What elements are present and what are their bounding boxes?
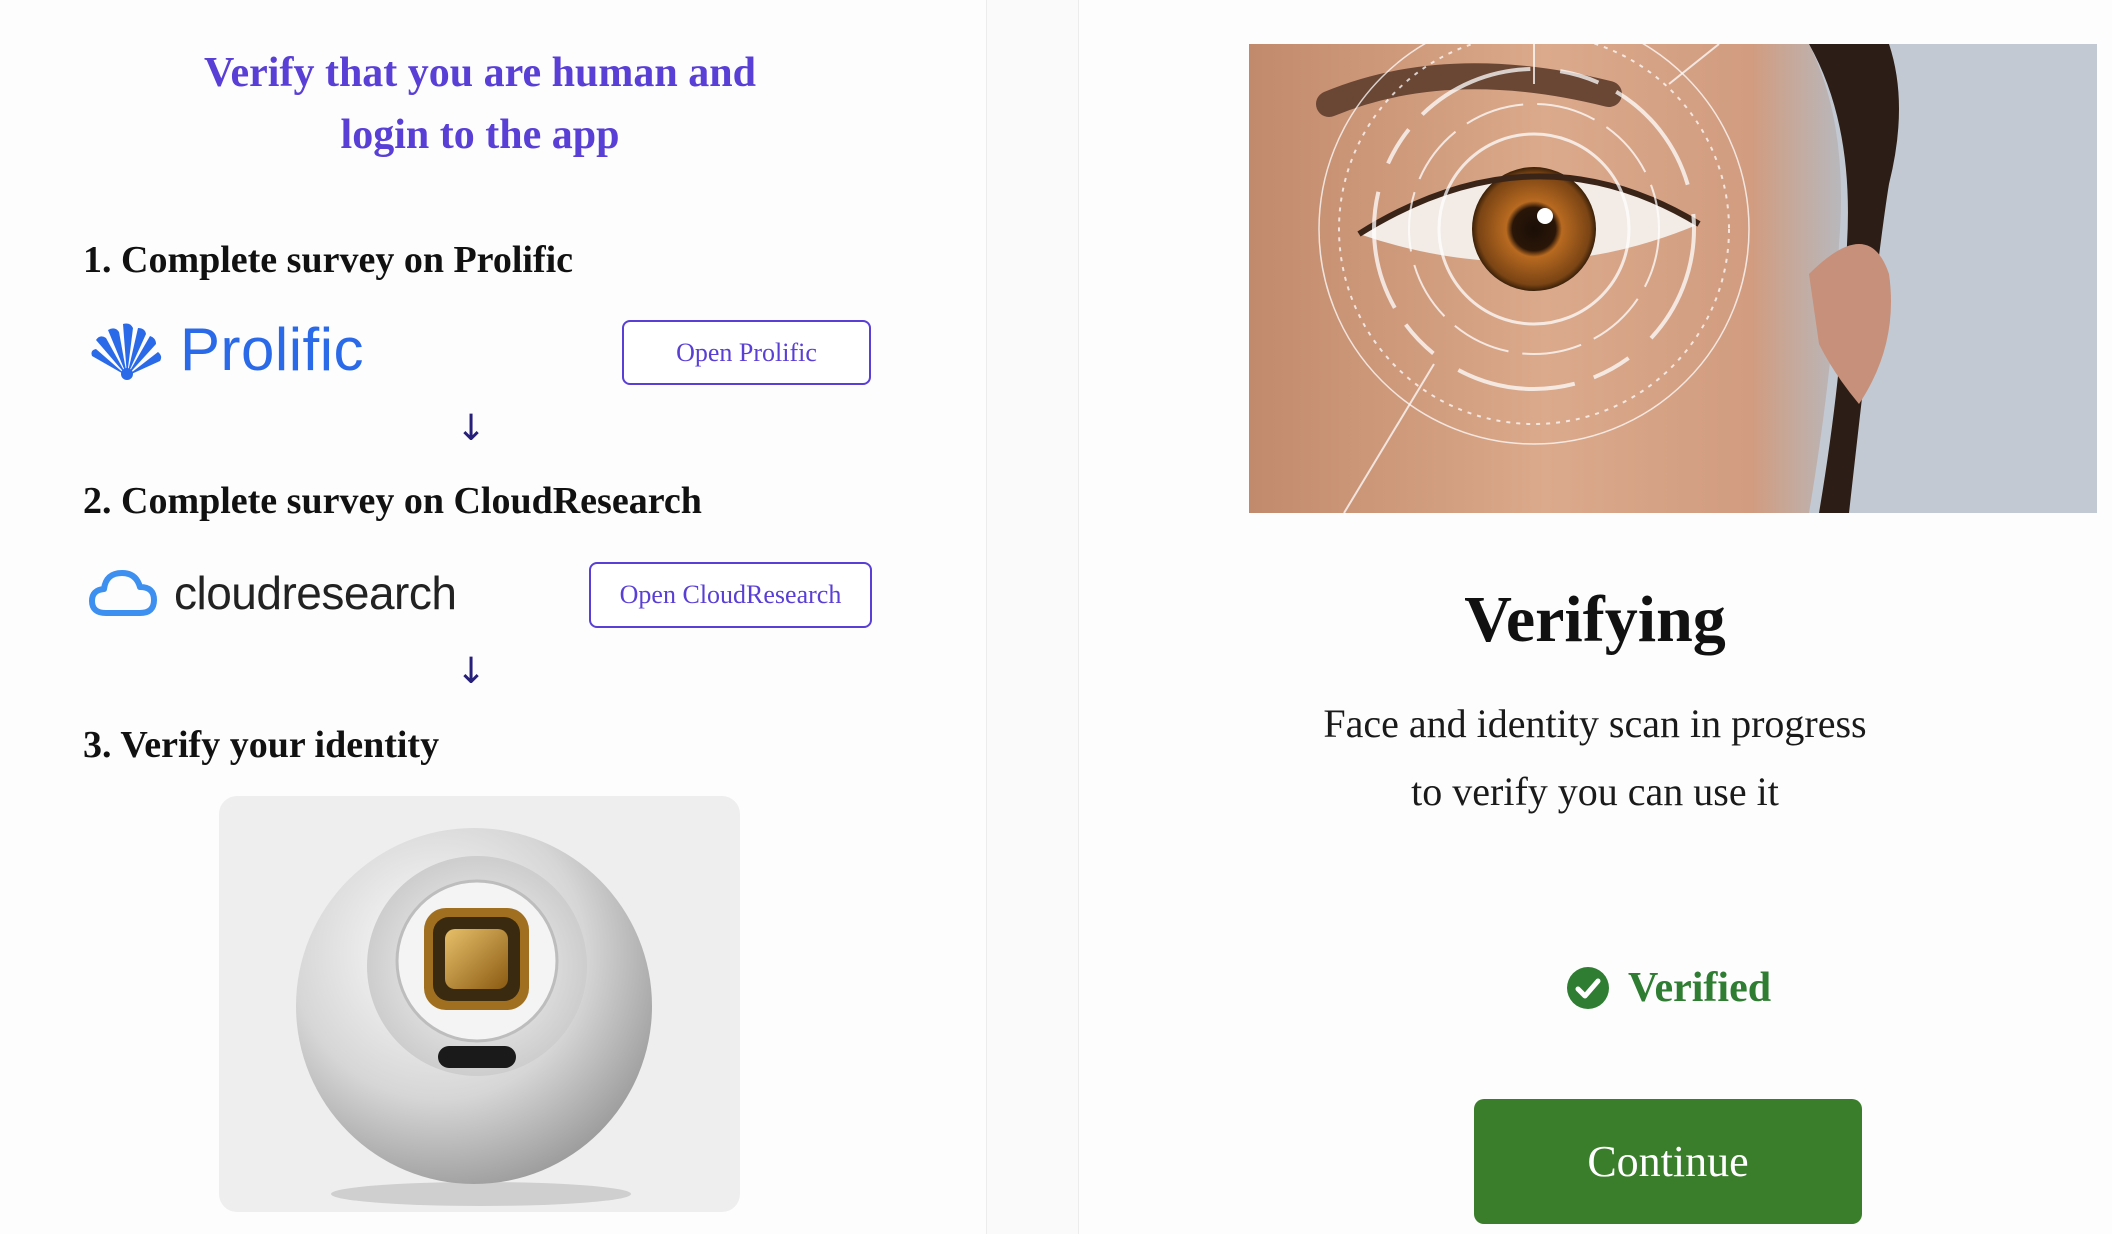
- continue-button[interactable]: Continue: [1474, 1099, 1862, 1224]
- subtitle-line-1: Face and identity scan in progress: [1323, 701, 1867, 746]
- prolific-brand-name: Prolific: [180, 316, 365, 383]
- prolific-logo-icon: [91, 323, 162, 380]
- step-1-title: 1. Complete survey on Prolific: [83, 239, 574, 281]
- verification-subtitle: Face and identity scan in progress to ve…: [1078, 690, 2112, 826]
- step-3-title: 3. Verify your identity: [83, 724, 440, 766]
- step-2-title: 2. Complete survey on CloudResearch: [83, 480, 702, 522]
- prolific-logo: Prolific: [88, 315, 364, 384]
- cloudresearch-logo: cloudresearch: [88, 566, 457, 620]
- arrow-down-icon: ↓: [456, 408, 487, 449]
- iris-scanner-orb-image: [219, 796, 740, 1212]
- verified-status: Verified: [1566, 964, 1771, 1012]
- eye-scan-image: [1249, 44, 2097, 513]
- login-steps-panel: Verify that you are human and login to t…: [0, 0, 987, 1234]
- cloudresearch-brand-name: cloudresearch: [174, 567, 457, 619]
- open-cloudresearch-button[interactable]: Open CloudResearch: [589, 562, 872, 628]
- subtitle-line-2: to verify you can use it: [1411, 769, 1779, 814]
- verified-status-label: Verified: [1628, 965, 1772, 1011]
- headline-line-1: Verify that you are human and: [204, 50, 756, 96]
- headline-line-2: login to the app: [340, 112, 620, 158]
- panel-gutter: [987, 0, 1078, 1234]
- page-headline: Verify that you are human and login to t…: [0, 42, 960, 166]
- arrow-down-icon: ↓: [456, 651, 487, 692]
- open-prolific-button[interactable]: Open Prolific: [622, 320, 871, 385]
- check-circle-icon: [1567, 967, 1609, 1009]
- cloud-icon: [89, 570, 157, 616]
- verifying-title: Verifying: [1464, 583, 1726, 656]
